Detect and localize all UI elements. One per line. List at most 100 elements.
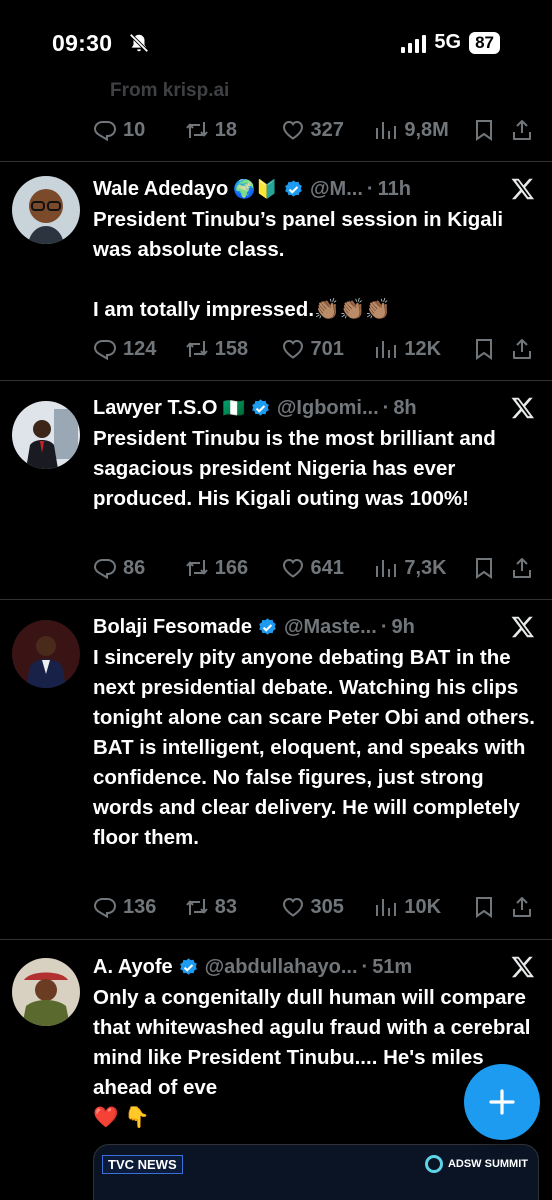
bookmark-button[interactable] <box>472 556 510 580</box>
reply-count: 136 <box>123 895 157 918</box>
verified-badge-icon <box>283 179 304 200</box>
media-preview[interactable]: TVC NEWS ADSW SUMMIT <box>93 1144 539 1200</box>
like-icon <box>281 556 305 580</box>
bookmark-button[interactable] <box>472 337 510 361</box>
reply-count: 10 <box>123 118 146 141</box>
name-emoji: 🇳🇬 <box>222 397 245 418</box>
compose-button[interactable] <box>464 1064 540 1140</box>
verified-badge-icon <box>250 398 271 419</box>
retweet-button[interactable]: 166 <box>185 556 281 580</box>
reply-button[interactable]: 136 <box>93 895 185 919</box>
partial-tweet[interactable]: From krisp.ai 10 18 327 9,8M <box>0 78 552 162</box>
retweet-button[interactable]: 158 <box>185 337 281 361</box>
reply-button[interactable]: 86 <box>93 556 185 580</box>
separator-dot: · <box>380 615 388 638</box>
like-button[interactable]: 701 <box>281 337 375 361</box>
partial-tweet-text: From krisp.ai <box>110 80 230 101</box>
tweet-actions: 136 83 305 10K <box>93 892 534 922</box>
retweet-count: 158 <box>214 337 249 360</box>
like-count: 327 <box>310 118 344 141</box>
signal-icon <box>401 33 427 53</box>
tweet-time[interactable]: 11h <box>378 178 411 201</box>
like-button[interactable]: 327 <box>281 118 375 142</box>
tweet-time[interactable]: 51m <box>372 956 412 979</box>
retweet-icon <box>185 118 209 142</box>
status-bar: 09:30 5G 87 <box>0 0 552 86</box>
like-button[interactable]: 641 <box>281 556 375 580</box>
author-name[interactable]: Lawyer T.S.O <box>93 397 218 420</box>
tweet-header: Lawyer T.S.O 🇳🇬 @Igbomi... · 8h <box>93 393 536 423</box>
tweet-card[interactable]: Bolaji Fesomade @Maste... · 9h I sincere… <box>0 600 552 940</box>
tweet-time[interactable]: 8h <box>393 397 416 420</box>
tweet-actions: 10 18 327 9,8M <box>93 115 534 145</box>
views-icon <box>374 337 398 361</box>
bookmark-icon <box>472 118 496 142</box>
share-button[interactable] <box>510 556 534 580</box>
avatar-image <box>12 401 80 469</box>
like-icon <box>281 337 305 361</box>
retweet-count: 83 <box>214 895 238 918</box>
views-button[interactable]: 12K <box>374 337 472 361</box>
share-button[interactable] <box>510 337 534 361</box>
author-handle[interactable]: @Igbomi... <box>277 397 379 420</box>
adsw-ring-icon <box>424 1155 443 1173</box>
share-icon <box>510 337 534 361</box>
bookmark-icon <box>472 337 496 361</box>
reply-icon <box>93 337 117 361</box>
tweet-text: President Tinubu’s panel session in Kiga… <box>93 208 504 321</box>
separator-dot: · <box>361 955 369 978</box>
avatar[interactable] <box>12 176 80 244</box>
share-button[interactable] <box>510 118 534 142</box>
retweet-button[interactable]: 83 <box>185 895 281 919</box>
author-handle[interactable]: @M... <box>310 178 363 201</box>
views-count: 7,3K <box>404 556 447 579</box>
like-count: 701 <box>310 337 344 360</box>
x-logo-icon[interactable] <box>510 614 536 640</box>
bookmark-button[interactable] <box>472 118 510 142</box>
reply-icon <box>93 556 117 580</box>
avatar[interactable] <box>12 401 80 469</box>
separator-dot: · <box>366 177 374 200</box>
like-count: 305 <box>310 895 344 918</box>
adsw-summit-logo: ADSW SUMMIT <box>424 1155 528 1173</box>
views-button[interactable]: 7,3K <box>374 556 472 580</box>
status-time: 09:30 <box>52 30 113 56</box>
tweet-actions: 124 158 701 12K <box>93 334 534 364</box>
retweet-button[interactable]: 18 <box>185 118 281 142</box>
views-button[interactable]: 10K <box>374 895 472 919</box>
like-button[interactable]: 305 <box>281 895 375 919</box>
avatar-image <box>12 176 80 244</box>
author-name[interactable]: Wale Adedayo <box>93 178 228 201</box>
avatar[interactable] <box>12 958 80 1026</box>
author-handle[interactable]: @Maste... <box>284 616 377 639</box>
author-name[interactable]: A. Ayofe <box>93 956 173 979</box>
tweet-card[interactable]: Lawyer T.S.O 🇳🇬 @Igbomi... · 8h Presiden… <box>0 381 552 600</box>
share-icon <box>510 556 534 580</box>
share-button[interactable] <box>510 895 534 919</box>
x-logo-icon[interactable] <box>510 954 536 980</box>
views-button[interactable]: 9,8M <box>374 118 472 142</box>
reply-button[interactable]: 10 <box>93 118 185 142</box>
retweet-icon <box>185 556 209 580</box>
reply-icon <box>93 118 117 142</box>
views-count: 9,8M <box>404 118 449 141</box>
battery-level: 87 <box>469 31 500 54</box>
x-logo-icon[interactable] <box>510 176 536 202</box>
retweet-count: 166 <box>214 556 249 579</box>
bookmark-button[interactable] <box>472 895 510 919</box>
reply-button[interactable]: 124 <box>93 337 185 361</box>
author-handle[interactable]: @abdullahayo... <box>205 956 358 979</box>
tweet-card[interactable]: Wale Adedayo 🌍🔰 @M... · 11h President Ti… <box>0 162 552 381</box>
separator-dot: · <box>382 396 390 419</box>
like-icon <box>281 895 305 919</box>
tweet-text: President Tinubu is the most brilliant a… <box>93 427 502 510</box>
reply-count: 86 <box>123 556 146 579</box>
name-emoji: 🌍🔰 <box>233 178 279 199</box>
share-icon <box>510 895 534 919</box>
tweet-time[interactable]: 9h <box>391 616 414 639</box>
avatar-image <box>12 620 80 688</box>
avatar[interactable] <box>12 620 80 688</box>
avatar-image <box>12 958 80 1026</box>
author-name[interactable]: Bolaji Fesomade <box>93 616 252 639</box>
x-logo-icon[interactable] <box>510 395 536 421</box>
